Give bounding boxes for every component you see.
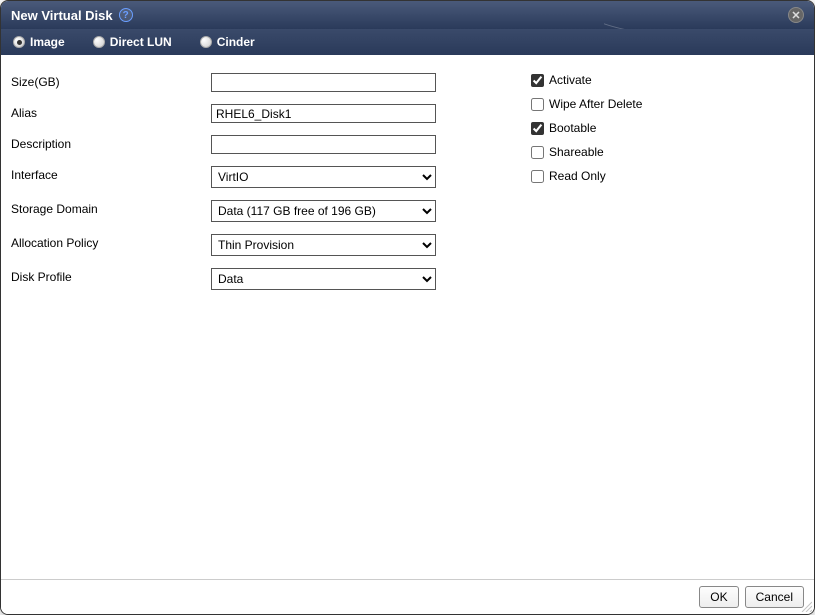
allocation-policy-label: Allocation Policy <box>11 234 211 256</box>
wipe-after-delete-checkbox[interactable] <box>531 98 544 111</box>
ok-button[interactable]: OK <box>699 586 738 608</box>
description-label: Description <box>11 135 211 154</box>
radio-icon <box>200 36 212 48</box>
dialog-footer: OK Cancel <box>1 579 814 614</box>
interface-select[interactable]: VirtIO <box>211 166 436 188</box>
disk-type-tabs: Image Direct LUN Cinder <box>1 29 814 55</box>
form-left: Size(GB) Alias Description Interface Vir… <box>11 73 441 569</box>
bootable-row: Bootable <box>531 121 642 135</box>
tab-label: Cinder <box>217 35 255 49</box>
description-input[interactable] <box>211 135 436 154</box>
read-only-row: Read Only <box>531 169 642 183</box>
storage-domain-label: Storage Domain <box>11 200 211 222</box>
alias-label: Alias <box>11 104 211 123</box>
shareable-row: Shareable <box>531 145 642 159</box>
radio-icon <box>13 36 25 48</box>
titlebar-decoration <box>604 1 784 29</box>
disk-profile-select[interactable]: Data <box>211 268 436 290</box>
cancel-button[interactable]: Cancel <box>745 586 804 608</box>
close-icon[interactable]: ✕ <box>788 7 804 23</box>
wipe-after-delete-label: Wipe After Delete <box>549 97 642 111</box>
activate-checkbox[interactable] <box>531 74 544 87</box>
radio-icon <box>93 36 105 48</box>
tab-image[interactable]: Image <box>13 35 65 49</box>
storage-domain-select[interactable]: Data (117 GB free of 196 GB) <box>211 200 436 222</box>
bootable-label: Bootable <box>549 121 596 135</box>
tab-cinder[interactable]: Cinder <box>200 35 255 49</box>
read-only-checkbox[interactable] <box>531 170 544 183</box>
help-icon[interactable]: ? <box>119 8 133 22</box>
new-virtual-disk-dialog: New Virtual Disk ? ✕ Image Direct LUN Ci… <box>0 0 815 615</box>
dialog-content: Size(GB) Alias Description Interface Vir… <box>1 55 814 579</box>
tab-direct-lun[interactable]: Direct LUN <box>93 35 172 49</box>
activate-label: Activate <box>549 73 592 87</box>
bootable-checkbox[interactable] <box>531 122 544 135</box>
titlebar: New Virtual Disk ? ✕ <box>1 1 814 29</box>
disk-profile-label: Disk Profile <box>11 268 211 290</box>
tab-label: Direct LUN <box>110 35 172 49</box>
size-input[interactable] <box>211 73 436 92</box>
read-only-label: Read Only <box>549 169 606 183</box>
shareable-checkbox[interactable] <box>531 146 544 159</box>
interface-label: Interface <box>11 166 211 188</box>
size-label: Size(GB) <box>11 73 211 92</box>
activate-row: Activate <box>531 73 642 87</box>
dialog-title: New Virtual Disk <box>11 8 113 23</box>
form-right: Activate Wipe After Delete Bootable Shar… <box>531 73 642 569</box>
alias-input[interactable] <box>211 104 436 123</box>
shareable-label: Shareable <box>549 145 604 159</box>
wipe-after-delete-row: Wipe After Delete <box>531 97 642 111</box>
tab-label: Image <box>30 35 65 49</box>
allocation-policy-select[interactable]: Thin Provision <box>211 234 436 256</box>
